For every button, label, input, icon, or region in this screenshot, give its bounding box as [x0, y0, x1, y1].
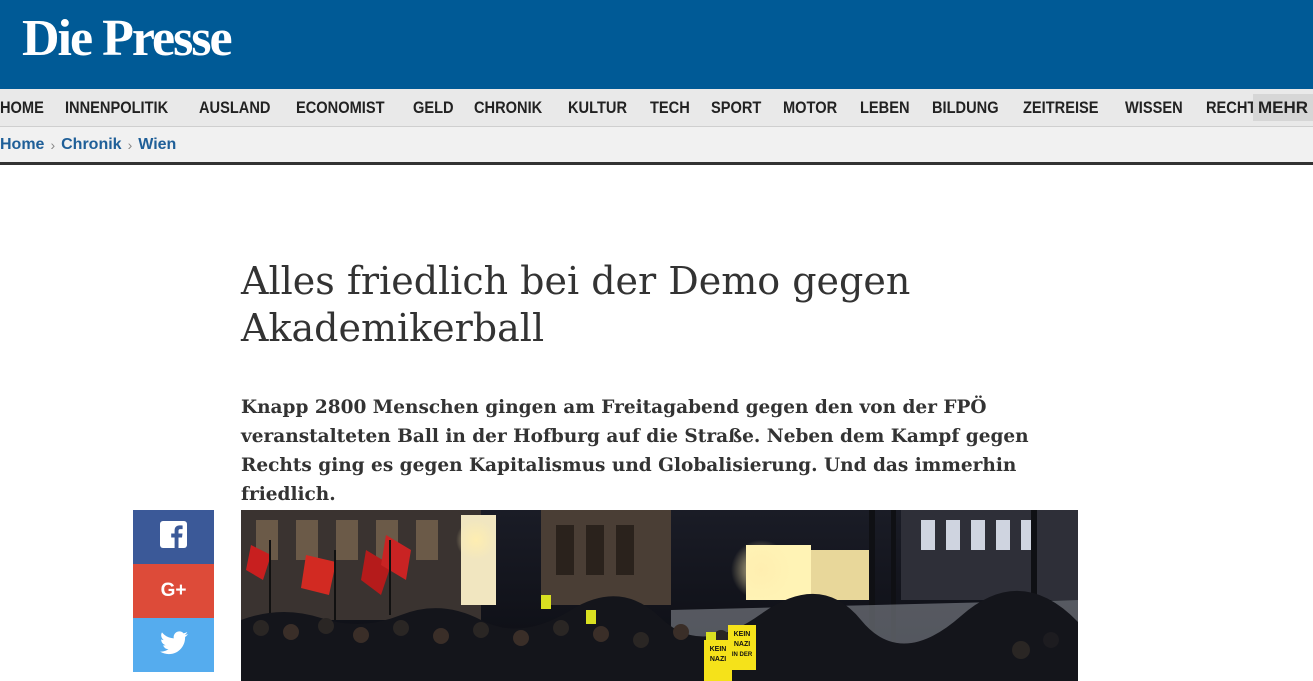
- nav-item-home[interactable]: HOME: [0, 98, 44, 118]
- nav-item-kultur[interactable]: KULTUR: [568, 98, 627, 118]
- breadcrumb-separator: ›: [127, 136, 133, 153]
- sign-text-3: IN DER: [732, 652, 753, 658]
- nav-item-bildung[interactable]: BILDUNG: [932, 98, 999, 118]
- nav-item-economist[interactable]: ECONOMIST: [296, 98, 385, 118]
- nav-item-geld[interactable]: GELD: [413, 98, 454, 118]
- breadcrumb-home[interactable]: Home: [0, 136, 44, 154]
- sign-text-1: KEIN: [734, 631, 751, 638]
- google-plus-share-button[interactable]: G+: [133, 564, 214, 618]
- breadcrumb-separator: ›: [50, 136, 56, 153]
- nav-item-motor[interactable]: MOTOR: [783, 98, 837, 118]
- facebook-share-button[interactable]: [133, 510, 214, 564]
- facebook-icon: [160, 521, 187, 553]
- more-menu-button[interactable]: MEHR: [1253, 94, 1313, 121]
- article-photo: KEIN NAZI KEIN NAZI IN DER: [241, 510, 1078, 681]
- nav-item-zeitreise[interactable]: ZEITREISE: [1023, 98, 1099, 118]
- site-logo[interactable]: Die Presse: [22, 9, 233, 69]
- nav-item-tech[interactable]: TECH: [650, 98, 690, 118]
- nav-item-sport[interactable]: SPORT: [711, 98, 761, 118]
- nav-item-innenpolitik[interactable]: INNENPOLITIK: [65, 98, 168, 118]
- sign-text-1: KEIN: [710, 646, 727, 653]
- sign-text-2: NAZI: [710, 656, 726, 663]
- google-plus-icon: G+: [160, 580, 187, 601]
- article-lead: Knapp 2800 Menschen gingen am Freitagabe…: [241, 397, 1029, 505]
- nav-list: HOME INNENPOLITIK AUSLAND ECONOMIST GELD…: [0, 89, 1279, 127]
- nav-item-chronik[interactable]: CHRONIK: [474, 98, 542, 118]
- share-bar: G+: [133, 510, 214, 672]
- twitter-share-button[interactable]: [133, 618, 214, 672]
- nav-item-leben[interactable]: LEBEN: [860, 98, 910, 118]
- main-nav: HOME INNENPOLITIK AUSLAND ECONOMIST GELD…: [0, 89, 1313, 127]
- article-headline: Alles friedlich bei der Demo gegen Akade…: [241, 259, 911, 350]
- nav-item-ausland[interactable]: AUSLAND: [199, 98, 270, 118]
- masthead: Die Presse: [0, 0, 1313, 89]
- protest-sign: KEIN NAZI IN DER: [728, 625, 756, 670]
- protest-sign: KEIN NAZI: [704, 640, 732, 681]
- twitter-icon: [159, 630, 188, 660]
- sign-text-2: NAZI: [734, 641, 750, 648]
- breadcrumb: Home › Chronik › Wien: [0, 127, 1313, 165]
- nav-item-recht[interactable]: RECHT: [1206, 98, 1256, 118]
- breadcrumb-chronik[interactable]: Chronik: [61, 136, 121, 154]
- breadcrumb-wien[interactable]: Wien: [138, 136, 176, 154]
- demo-photo-illustration: KEIN NAZI KEIN NAZI IN DER: [241, 510, 1078, 681]
- nav-item-wissen[interactable]: WISSEN: [1125, 98, 1183, 118]
